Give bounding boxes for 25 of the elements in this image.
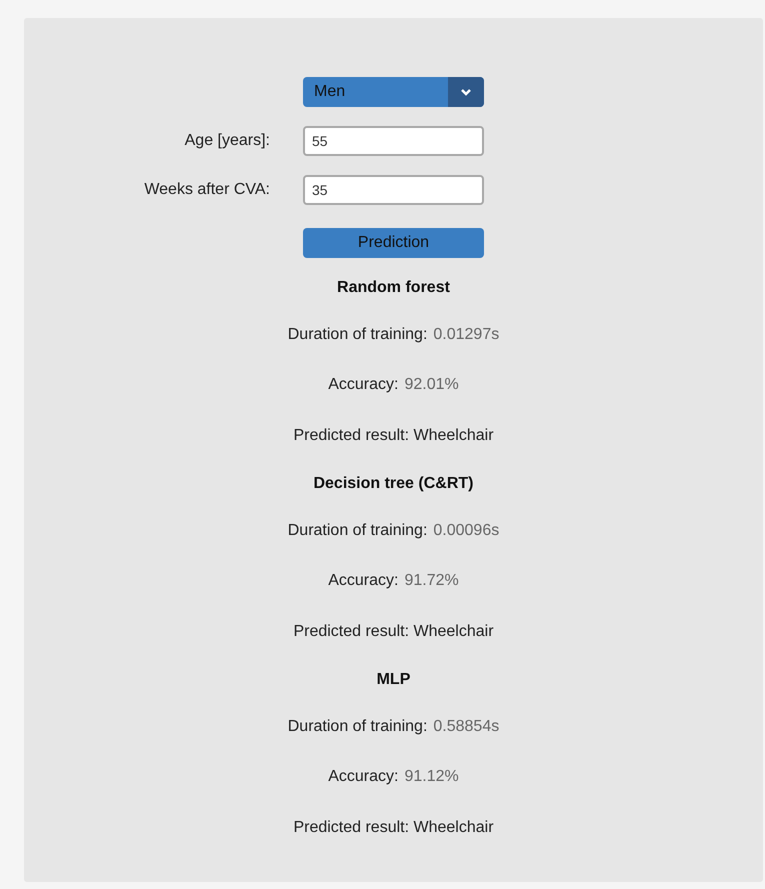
field-label: Age [years]: (184, 132, 271, 150)
field-label: Weeks after CVA: (144, 181, 271, 199)
model-title: Random forest (337, 278, 450, 298)
duration-label: Duration of training: (288, 717, 428, 737)
input-field[interactable]: 55 (303, 126, 484, 156)
model-title: MLP (376, 670, 410, 690)
accuracy-value: 91.12% (404, 767, 459, 787)
accuracy-label: Accuracy: (328, 571, 398, 591)
accuracy-value: 92.01% (404, 375, 459, 395)
accuracy-value: 91.72% (404, 571, 459, 591)
predicted-result: Predicted result: Wheelchair (293, 622, 494, 642)
predicted-result: Predicted result: Wheelchair (293, 426, 494, 446)
gender-select[interactable]: Men (303, 77, 484, 107)
input-field[interactable]: 35 (303, 175, 484, 205)
duration-value: 0.01297s (433, 325, 500, 345)
chevron-down-icon (460, 88, 472, 96)
duration-label: Duration of training: (288, 521, 428, 541)
prediction-button[interactable]: Prediction (303, 228, 484, 258)
duration-value: 0.00096s (433, 521, 500, 541)
model-title: Decision tree (C&RT) (313, 474, 474, 494)
predicted-result: Predicted result: Wheelchair (293, 818, 494, 838)
duration-label: Duration of training: (288, 325, 428, 345)
duration-value: 0.58854s (433, 717, 500, 737)
accuracy-label: Accuracy: (328, 375, 398, 395)
accuracy-label: Accuracy: (328, 767, 398, 787)
